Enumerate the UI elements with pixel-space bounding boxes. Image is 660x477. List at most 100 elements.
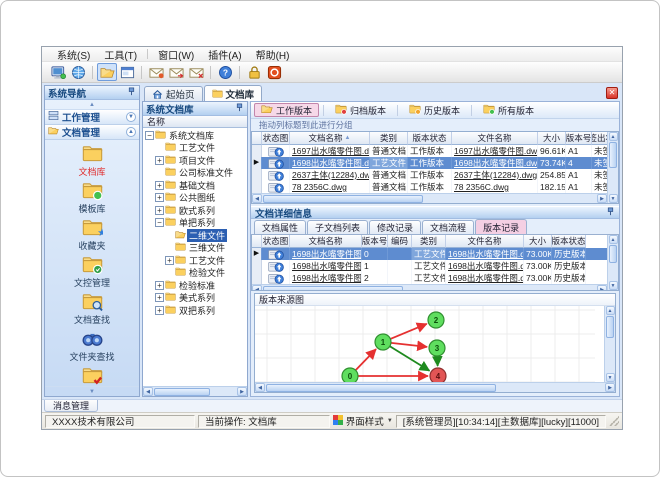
- version-filter-工作版本[interactable]: 工作版本: [254, 103, 320, 117]
- column-header-编码[interactable]: 编码: [388, 235, 412, 248]
- tree-node-欧式系列[interactable]: + 欧式系列: [143, 204, 247, 217]
- pin-icon[interactable]: [606, 207, 615, 219]
- table-row[interactable]: ▶1698出水嘴零件图.dwg工艺文件工作版本1698出水嘴零件图.dwg73.…: [252, 157, 607, 169]
- detail-tab-修改记录[interactable]: 修改记录: [369, 220, 422, 234]
- sidebar-item-文档查找[interactable]: 文档查找: [48, 291, 136, 326]
- table-row[interactable]: 78 2356C.dwg普通文档工作版本78 2356C.dwg182.15KB…: [252, 181, 607, 193]
- sidebar-group-文档管理[interactable]: 文档管理 ▲: [45, 125, 139, 140]
- document-table-hscrollbar[interactable]: ◀ ▶: [252, 193, 607, 203]
- expand-icon[interactable]: +: [155, 180, 164, 190]
- pin-icon[interactable]: [235, 103, 244, 115]
- version-table-vscrollbar[interactable]: ▲ ▼: [607, 235, 618, 290]
- tree-node-检验标准[interactable]: + 检验标准: [143, 279, 247, 292]
- column-header-版本号[interactable]: 版本号: [566, 132, 592, 145]
- graph-hscrollbar[interactable]: ◀ ▶: [255, 382, 615, 392]
- tree-node-美式系列[interactable]: + 美式系列: [143, 292, 247, 305]
- column-header-大小[interactable]: 大小: [538, 132, 566, 145]
- collapse-icon[interactable]: −: [155, 218, 164, 228]
- resize-grip[interactable]: [609, 416, 619, 426]
- menu-item[interactable]: 窗口(W): [151, 47, 201, 62]
- column-header-文档名称[interactable]: 文档名称 ▲: [290, 132, 370, 145]
- graph-vscrollbar[interactable]: ▲ ▼: [604, 306, 615, 382]
- column-header-文件名称[interactable]: 文件名称: [452, 132, 538, 145]
- expand-icon[interactable]: +: [155, 155, 164, 165]
- expand-icon[interactable]: +: [155, 293, 164, 303]
- detail-tab-文档流程[interactable]: 文档流程: [422, 220, 475, 234]
- menu-item[interactable]: 工具(T): [97, 47, 144, 62]
- menu-item[interactable]: 系统(S): [50, 47, 97, 62]
- sidebar-item-签出的文档[interactable]: 签出的文档: [48, 365, 136, 386]
- detail-tab-版本记录[interactable]: 版本记录: [475, 219, 528, 234]
- document-table-vscrollbar[interactable]: ▲ ▼: [607, 132, 618, 203]
- expand-icon[interactable]: +: [165, 255, 174, 265]
- tree-node-三维文件[interactable]: 三维文件: [143, 242, 247, 255]
- lock-button[interactable]: [244, 63, 264, 81]
- tab-message-management[interactable]: 消息管理: [44, 400, 99, 412]
- nav-scroll-down[interactable]: ▼: [45, 386, 139, 396]
- tree-node-公司标准文件[interactable]: 公司标准文件: [143, 167, 247, 180]
- detail-tab-文档属性[interactable]: 文档属性: [254, 220, 307, 234]
- sidebar-group-工作管理[interactable]: 工作管理 ▼: [45, 110, 139, 125]
- tree-node-单把系列[interactable]: − 单把系列: [143, 217, 247, 230]
- tree-node-双把系列[interactable]: + 双把系列: [143, 304, 247, 317]
- version-table-hscrollbar[interactable]: ◀ ▶: [252, 284, 607, 290]
- column-header-文件名称[interactable]: 文件名称: [446, 235, 524, 248]
- collapse-icon[interactable]: −: [145, 130, 154, 140]
- version-filter-历史版本[interactable]: 历史版本: [402, 103, 467, 117]
- tree-node-检验文件[interactable]: 检验文件: [143, 267, 247, 280]
- column-header-版本号[interactable]: 版本号: [362, 235, 388, 248]
- power-button[interactable]: [264, 63, 284, 81]
- column-header-版本状态[interactable]: 版本状态: [552, 235, 586, 248]
- globe-button[interactable]: [68, 63, 88, 81]
- open-folder-button[interactable]: [97, 63, 117, 81]
- tree-node-公共图纸[interactable]: + 公共图纸: [143, 192, 247, 205]
- detail-tab-子文档列表[interactable]: 子文档列表: [307, 220, 369, 234]
- column-header-类别[interactable]: 类别: [412, 235, 446, 248]
- close-icon[interactable]: ✕: [606, 87, 618, 99]
- column-header-状态图[interactable]: 状态图: [262, 235, 290, 248]
- window-button[interactable]: [117, 63, 137, 81]
- expand-icon[interactable]: +: [155, 280, 164, 290]
- tree-node-二维文件[interactable]: 二维文件: [143, 228, 247, 242]
- version-filter-归档版本[interactable]: 归档版本: [328, 103, 393, 117]
- tree-node-系统文档库[interactable]: − 系统文档库: [143, 129, 247, 142]
- tree-column-header[interactable]: 名称: [143, 116, 247, 128]
- expand-icon[interactable]: +: [155, 305, 164, 315]
- column-header-状态图[interactable]: 状态图: [262, 132, 290, 145]
- column-header-文档名称[interactable]: 文档名称: [290, 235, 362, 248]
- mail-delete-button[interactable]: [186, 63, 206, 81]
- mail-button[interactable]: [146, 63, 166, 81]
- tree-hscrollbar[interactable]: ◀ ▶: [143, 386, 247, 396]
- table-row[interactable]: ▶1698出水嘴零件图.dwg0工艺文件1698出水嘴零件图.dwg73.00K…: [252, 248, 607, 260]
- table-row[interactable]: 1697出水嘴零件图.dwg普通文档工作版本1697出水嘴零件图.dwg96.6…: [252, 145, 607, 157]
- column-header-版本状态[interactable]: 版本状态: [408, 132, 452, 145]
- help-button[interactable]: ?: [215, 63, 235, 81]
- sidebar-item-模板库[interactable]: 模板库: [48, 180, 136, 215]
- tree-node-工艺文件[interactable]: 工艺文件: [143, 142, 247, 155]
- tab-文档库[interactable]: 文档库: [203, 85, 263, 101]
- tab-起始页[interactable]: 起始页: [144, 86, 203, 101]
- version-filter-所有版本[interactable]: 所有版本: [476, 103, 541, 117]
- table-row[interactable]: 2637主体(12284).dwg 普通文档 工作版本 2637主体(12284).d…: [252, 169, 607, 181]
- column-header-类别[interactable]: 类别: [370, 132, 408, 145]
- table-row[interactable]: 1698出水嘴零件图.dwg2工艺文件1698出水嘴零件图.dwg73.00KB…: [252, 272, 607, 284]
- monitor-button[interactable]: [48, 63, 68, 81]
- chevron-down-icon[interactable]: ▼: [126, 112, 136, 122]
- pin-icon[interactable]: [127, 87, 136, 99]
- tree-node-项目文件[interactable]: + 项目文件: [143, 154, 247, 167]
- expand-icon[interactable]: +: [155, 193, 164, 203]
- ui-style-button[interactable]: 界面样式 ▼: [332, 414, 393, 428]
- sidebar-item-文控管理[interactable]: 文控管理: [48, 254, 136, 289]
- mail-forward-button[interactable]: [166, 63, 186, 81]
- expand-icon[interactable]: +: [155, 205, 164, 215]
- nav-scroll-up[interactable]: ▲: [45, 100, 139, 110]
- sidebar-item-文件夹查找[interactable]: 文件夹查找: [48, 328, 136, 363]
- version-graph[interactable]: 0 1 2 3 4: [255, 306, 604, 382]
- menu-item[interactable]: 帮助(H): [249, 47, 297, 62]
- menu-item[interactable]: 插件(A): [201, 47, 248, 62]
- table-row[interactable]: 1698出水嘴零件图.dwg1工艺文件1698出水嘴零件图.dwg73.00KB…: [252, 260, 607, 272]
- chevron-up-icon[interactable]: ▲: [126, 127, 136, 137]
- tree-node-工艺文件[interactable]: + 工艺文件: [143, 254, 247, 267]
- sidebar-item-文档库[interactable]: 文档库: [48, 143, 136, 178]
- column-header-大小[interactable]: 大小: [524, 235, 552, 248]
